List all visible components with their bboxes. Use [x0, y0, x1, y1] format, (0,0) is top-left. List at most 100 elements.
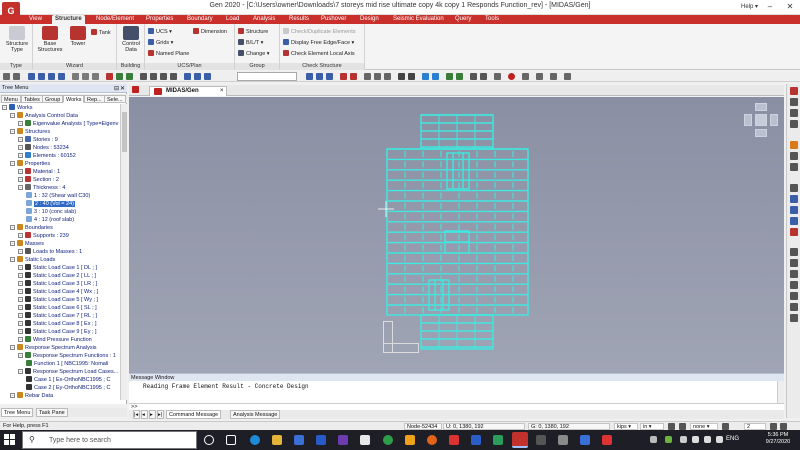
expand-toggle-icon[interactable]: −: [18, 369, 23, 374]
table-icon[interactable]: [470, 73, 477, 80]
tab-query[interactable]: Query: [452, 15, 474, 24]
divide-icon[interactable]: [790, 259, 798, 267]
help-menu[interactable]: Help ▾: [741, 3, 758, 10]
undo-icon[interactable]: [3, 73, 10, 80]
expand-toggle-icon[interactable]: −: [18, 177, 23, 182]
record-icon[interactable]: [508, 73, 515, 80]
tree-scrollbar[interactable]: [120, 104, 127, 400]
tab-properties[interactable]: Properties: [143, 15, 176, 24]
expand-toggle-icon[interactable]: −: [18, 353, 23, 358]
tree-row[interactable]: − Static Load Case 2 [ LL ; ]: [18, 272, 96, 280]
blt-button[interactable]: B/L/T ▾: [238, 39, 263, 47]
rotate-icon[interactable]: [126, 73, 133, 80]
minimize-button[interactable]: –: [760, 0, 780, 13]
tab-seismic-evaluation[interactable]: Seismic Evaluation: [390, 15, 447, 24]
tree-row[interactable]: − Response Spectrum Load Cases...: [18, 368, 118, 376]
tree-row[interactable]: − Boundaries: [10, 224, 53, 232]
pan-icon[interactable]: [116, 73, 123, 80]
inactivate-icon[interactable]: [92, 73, 99, 80]
dimension-button[interactable]: Dimension: [193, 28, 227, 36]
unselect-icon[interactable]: [72, 73, 79, 80]
perspective-icon[interactable]: [790, 152, 798, 160]
expand-toggle-icon[interactable]: −: [18, 145, 23, 150]
analysis-run-icon[interactable]: [446, 73, 453, 80]
story-select[interactable]: [237, 72, 297, 81]
named-plane-button[interactable]: Named Plane: [148, 50, 189, 58]
eraser-icon[interactable]: [790, 98, 798, 106]
acrobat-icon[interactable]: [449, 435, 459, 445]
length-unit-select[interactable]: in ▾: [640, 423, 664, 430]
view-cube[interactable]: [744, 103, 778, 137]
app2-taskbar-icon[interactable]: [558, 435, 568, 445]
beam-tool-icon[interactable]: [790, 206, 798, 214]
tree-row[interactable]: − Wind Pressure Function: [18, 336, 92, 344]
tank-button[interactable]: Tank: [91, 29, 111, 37]
check-duplicate-button[interactable]: Check/Duplicate Elements: [283, 28, 356, 36]
zoom-fit-icon[interactable]: [106, 73, 113, 80]
firefox-icon[interactable]: [427, 435, 437, 445]
tree-row[interactable]: − Static Load Case 8 [ Ex ; ]: [18, 320, 97, 328]
word-icon[interactable]: [471, 435, 481, 445]
tab-analysis[interactable]: Analysis: [250, 15, 278, 24]
expand-toggle-icon[interactable]: −: [18, 329, 23, 334]
mesh-icon[interactable]: [398, 73, 405, 80]
section-cut-icon[interactable]: [522, 73, 529, 80]
taskbar-clock[interactable]: 5:36 PM 9/27/2020: [756, 432, 800, 446]
tree-row[interactable]: − Static Load Case 1 [ DL ; ]: [18, 264, 97, 272]
grids-button[interactable]: Grids ▾: [148, 39, 173, 47]
element-number-icon[interactable]: [316, 73, 323, 80]
expand-toggle-icon[interactable]: −: [18, 249, 23, 254]
tab-node-element[interactable]: Node/Element: [93, 15, 137, 24]
last-page-icon[interactable]: ▸|: [157, 410, 164, 419]
extrude-icon[interactable]: [408, 73, 415, 80]
tree-row[interactable]: − Masses: [10, 240, 44, 248]
expand-toggle-icon[interactable]: −: [10, 113, 15, 118]
translate-icon[interactable]: [432, 73, 439, 80]
select-window-icon[interactable]: [38, 73, 45, 80]
side-view-icon[interactable]: [170, 73, 177, 80]
tab-select[interactable]: Sele...: [104, 95, 126, 103]
wall-outline[interactable]: [446, 152, 470, 190]
battery-icon[interactable]: [692, 436, 699, 443]
next-page-icon[interactable]: ▸: [149, 410, 156, 419]
highlight-icon[interactable]: [790, 141, 798, 149]
tree-row[interactable]: − Static Loads: [10, 256, 55, 264]
tab-boundary[interactable]: Boundary: [184, 15, 216, 24]
tab-command-message[interactable]: Command Message: [166, 410, 222, 419]
expand-toggle-icon[interactable]: −: [10, 393, 15, 398]
expand-toggle-icon[interactable]: −: [18, 313, 23, 318]
structure-type-button[interactable]: Structure Type: [3, 26, 31, 53]
expand-toggle-icon[interactable]: −: [10, 257, 15, 262]
expand-toggle-icon[interactable]: −: [18, 265, 23, 270]
first-page-icon[interactable]: |◂: [133, 410, 140, 419]
store-icon[interactable]: [294, 435, 304, 445]
query-node-icon[interactable]: [550, 73, 557, 80]
iso-view-icon[interactable]: [140, 73, 147, 80]
tray-app-icon[interactable]: [665, 436, 672, 443]
tab-task-pane[interactable]: Task Pane: [36, 408, 68, 417]
local-axis-toggle-icon[interactable]: [326, 73, 333, 80]
tree-row[interactable]: − Static Load Case 9 [ Ey ; ]: [18, 328, 97, 336]
expand-toggle-icon[interactable]: −: [18, 273, 23, 278]
node-snap-icon[interactable]: [374, 73, 381, 80]
boundary-display-icon[interactable]: [340, 73, 347, 80]
properties-icon[interactable]: [790, 87, 798, 95]
tree-row[interactable]: − Nodes : 53234: [18, 144, 69, 152]
top-view-icon[interactable]: [150, 73, 157, 80]
intersect-icon[interactable]: [790, 281, 798, 289]
tab-works[interactable]: Works: [63, 95, 85, 103]
app-icon[interactable]: [338, 435, 348, 445]
front-view-icon[interactable]: [160, 73, 167, 80]
tab-midas-gen[interactable]: MIDAS/Gen ×: [149, 86, 227, 96]
query-element-icon[interactable]: [564, 73, 571, 80]
file-explorer-icon[interactable]: [272, 435, 282, 445]
design-run-icon[interactable]: [456, 73, 463, 80]
view-tab-close-icon[interactable]: ×: [220, 87, 224, 96]
midas-taskbar-icon[interactable]: [512, 432, 528, 448]
tree-row[interactable]: 1 : 32 (Shear wall C30): [26, 192, 90, 200]
display-icon[interactable]: [204, 73, 211, 80]
tab-load[interactable]: Load: [223, 15, 242, 24]
render-icon[interactable]: [790, 120, 798, 128]
command-input[interactable]: >>: [129, 403, 784, 410]
tree-row[interactable]: Case 1 [ Ex-OrthoNBC1995 ; C: [26, 376, 110, 384]
